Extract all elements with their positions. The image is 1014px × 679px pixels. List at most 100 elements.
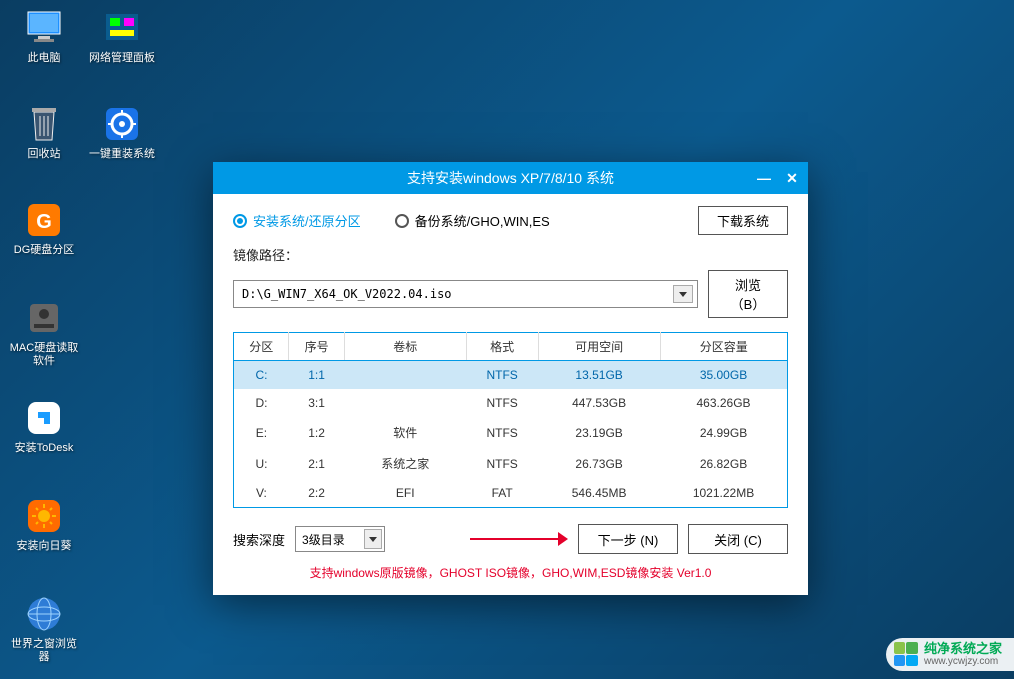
table-cell: NTFS [466,389,538,417]
table-cell: 系统之家 [344,448,466,479]
table-row[interactable]: D:3:1 NTFS447.53GB463.26GB [234,389,788,417]
table-cell: 3:1 [289,389,344,417]
sunflower-icon [24,496,64,536]
radio-label: 备份系统/GHO,WIN,ES [415,211,550,230]
th-vol: 卷标 [344,333,466,361]
table-cell: 1:2 [289,417,344,448]
desktop-icon-label: 一键重装系统 [86,148,158,161]
desktop-icon-label: DG硬盘分区 [8,244,80,257]
chevron-down-icon[interactable] [673,285,693,303]
th-free: 可用空间 [538,333,660,361]
table-cell: 447.53GB [538,389,660,417]
desktop-icon-browser[interactable]: 世界之窗浏览器 [8,594,80,664]
th-seq: 序号 [289,333,344,361]
close-button[interactable]: ✕ [782,168,802,188]
watermark-logo-icon [894,642,918,666]
reinstall-icon [102,104,142,144]
table-cell: 463.26GB [660,389,787,417]
next-button[interactable]: 下一步 (N) [578,524,678,554]
svg-text:G: G [36,211,52,233]
table-cell: 26.73GB [538,448,660,479]
browse-button[interactable]: 浏览（B） [708,270,788,318]
table-cell: 软件 [344,417,466,448]
th-total: 分区容量 [660,333,787,361]
watermark-site: 纯净系统之家 [924,642,1002,656]
th-drive: 分区 [234,333,289,361]
table-cell [344,389,466,417]
radio-icon [233,214,247,228]
table-row[interactable]: V:2:2EFIFAT546.45MB1021.22MB [234,479,788,508]
table-cell: 546.45MB [538,479,660,508]
desktop-icon-reinstall[interactable]: 一键重装系统 [86,104,158,161]
table-cell: 1021.22MB [660,479,787,508]
table-row[interactable]: C:1:1 NTFS13.51GB35.00GB [234,361,788,390]
install-window: 支持安装windows XP/7/8/10 系统 — ✕ 安装系统/还原分区 备… [213,162,808,595]
table-row[interactable]: U:2:1系统之家NTFS26.73GB26.82GB [234,448,788,479]
desktop-icon-diskgenius[interactable]: G DG硬盘分区 [8,200,80,257]
chevron-down-icon[interactable] [364,529,382,549]
globe-icon [24,594,64,634]
desktop-icon-macdisk[interactable]: MAC硬盘读取软件 [8,298,80,368]
table-cell: 1:1 [289,361,344,390]
desktop-icon-label: 网络管理面板 [86,52,158,65]
table-cell: NTFS [466,417,538,448]
close-button-footer[interactable]: 关闭 (C) [688,524,788,554]
table-cell: EFI [344,479,466,508]
desktop-icon-label: 安装ToDesk [8,442,80,455]
path-value: D:\G_WIN7_X64_OK_V2022.04.iso [242,287,452,301]
radio-backup[interactable]: 备份系统/GHO,WIN,ES [395,211,550,230]
table-cell: U: [234,448,289,479]
path-label: 镜像路径： [233,245,788,264]
window-title: 支持安装windows XP/7/8/10 系统 [407,168,614,188]
trash-icon [24,104,64,144]
annotation-arrow [395,526,568,552]
diskgenius-icon: G [24,200,64,240]
table-cell: 13.51GB [538,361,660,390]
watermark-url: www.ycwjzy.com [924,656,1002,667]
desktop-icon-recycle[interactable]: 回收站 [8,104,80,161]
desktop-icon-thispc[interactable]: 此电脑 [8,8,80,65]
table-cell: V: [234,479,289,508]
desktop-icon-label: 此电脑 [8,52,80,65]
table-cell [344,361,466,390]
partition-table: 分区 序号 卷标 格式 可用空间 分区容量 C:1:1NTFS13.51GB35… [233,332,788,508]
table-cell: D: [234,389,289,417]
depth-select[interactable]: 3级目录 [295,526,385,552]
th-fmt: 格式 [466,333,538,361]
watermark: 纯净系统之家 www.ycwjzy.com [886,638,1014,671]
table-cell: C: [234,361,289,390]
table-row[interactable]: E:1:2软件NTFS23.19GB24.99GB [234,417,788,448]
desktop-icon-sunlogin[interactable]: 安装向日葵 [8,496,80,553]
table-cell: NTFS [466,448,538,479]
download-button[interactable]: 下载系统 [698,206,788,235]
table-cell: 26.82GB [660,448,787,479]
table-cell: FAT [466,479,538,508]
titlebar[interactable]: 支持安装windows XP/7/8/10 系统 — ✕ [213,162,808,194]
table-cell: 2:1 [289,448,344,479]
desktop-icon-netpanel[interactable]: 网络管理面板 [86,8,158,65]
image-path-select[interactable]: D:\G_WIN7_X64_OK_V2022.04.iso [233,280,698,308]
table-cell: E: [234,417,289,448]
monitor-icon [24,8,64,48]
table-cell: 35.00GB [660,361,787,390]
minimize-button[interactable]: — [754,168,774,188]
table-cell: NTFS [466,361,538,390]
desktop-icon-label: 回收站 [8,148,80,161]
desktop-icon-label: 世界之窗浏览器 [8,638,80,664]
depth-label: 搜索深度 [233,530,285,549]
table-cell: 23.19GB [538,417,660,448]
table-cell: 2:2 [289,479,344,508]
desktop-icon-label: MAC硬盘读取软件 [8,342,80,368]
desktop-icon-todesk[interactable]: 安装ToDesk [8,398,80,455]
radio-install[interactable]: 安装系统/还原分区 [233,211,361,230]
desktop-icon-label: 安装向日葵 [8,540,80,553]
table-cell: 24.99GB [660,417,787,448]
macdisk-icon [24,298,64,338]
radio-label: 安装系统/还原分区 [253,211,361,230]
table-header-row: 分区 序号 卷标 格式 可用空间 分区容量 [234,333,788,361]
radio-icon [395,214,409,228]
todesk-icon [24,398,64,438]
depth-value: 3级目录 [302,531,345,548]
network-panel-icon [102,8,142,48]
footer-text: 支持windows原版镜像，GHOST ISO镜像，GHO,WIM,ESD镜像安… [233,554,788,585]
